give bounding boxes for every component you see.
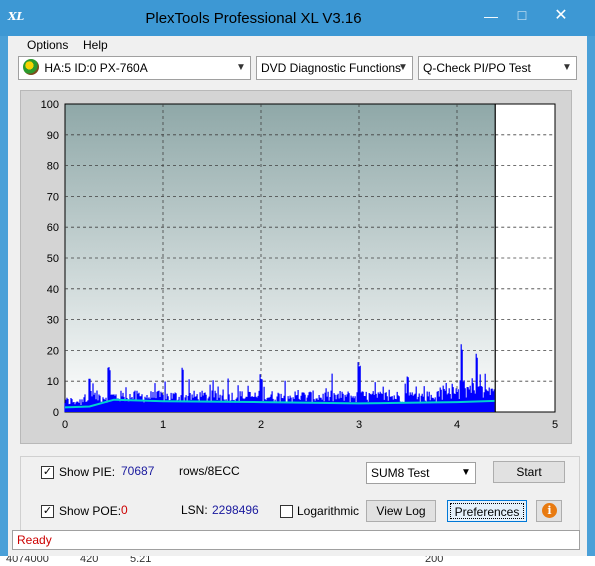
lsn-value: 2298496	[212, 503, 259, 517]
close-button[interactable]: ✕	[538, 6, 584, 28]
test-select[interactable]: Q-Check PI/PO Test ▼	[418, 56, 577, 80]
x-tick-label: 1	[160, 419, 166, 431]
sum-mode-select[interactable]: SUM8 Test ▼	[366, 462, 476, 484]
lsn-label: LSN:	[181, 503, 208, 517]
x-tick-label: 5	[552, 419, 558, 431]
view-log-button[interactable]: View Log	[366, 500, 436, 522]
x-tick-label: 0	[62, 419, 68, 431]
x-tick-label: 4	[454, 419, 460, 431]
disc-drive-icon	[23, 59, 39, 76]
logarithmic-checkbox[interactable]	[280, 505, 293, 518]
chart-panel: 0 10 20 30 40 50 60 70 80 90 100 0 1 2 3 4 5	[20, 90, 572, 444]
y-tick-label: 30	[47, 315, 59, 327]
options-panel: ✓ Show PIE: 70687 rows/8ECC SUM8 Test ▼ …	[20, 456, 580, 534]
x-tick-label: 2	[258, 419, 264, 431]
chevron-down-icon: ▼	[398, 62, 408, 73]
info-button[interactable]: i	[536, 500, 562, 522]
menu-bar: Options Help	[8, 36, 587, 54]
poe-value: 0	[121, 503, 128, 517]
show-pie-label: Show PIE:	[59, 465, 116, 479]
drive-select[interactable]: HA:5 ID:0 PX-760A ▼	[18, 56, 251, 80]
background-cell: 5.21	[130, 556, 152, 565]
info-icon: i	[542, 503, 557, 518]
y-tick-label: 10	[47, 376, 59, 388]
show-poe-checkbox[interactable]: ✓	[41, 505, 54, 518]
status-text: Ready	[17, 533, 52, 547]
background-cell: 4074000	[6, 556, 49, 565]
background-window-strip: 4074000 420 5.21 200	[0, 556, 595, 566]
preferences-button[interactable]: Preferences	[447, 500, 527, 522]
sum-mode-value: SUM8 Test	[371, 466, 430, 480]
pi-po-chart: 0 10 20 30 40 50 60 70 80 90 100 0 1 2 3 4 5	[41, 99, 558, 431]
y-tick-label: 60	[47, 222, 59, 234]
function-select-value: DVD Diagnostic Functions	[261, 61, 402, 75]
x-tick-label: 3	[356, 419, 362, 431]
y-tick-label: 80	[47, 161, 59, 173]
y-tick-label: 70	[47, 191, 59, 203]
y-tick-label: 50	[47, 253, 59, 265]
maximize-button[interactable]: ☐	[508, 6, 536, 28]
menu-options[interactable]: Options	[27, 38, 68, 52]
app-window: XL PlexTools Professional XL V3.16 — ☐ ✕…	[0, 0, 595, 566]
minimize-button[interactable]: —	[477, 6, 505, 28]
background-cell: 200	[425, 556, 444, 565]
test-select-value: Q-Check PI/PO Test	[423, 61, 531, 75]
pie-unit: rows/8ECC	[179, 464, 240, 478]
show-poe-label: Show POE:	[59, 504, 122, 518]
chevron-down-icon: ▼	[236, 62, 246, 73]
window-title: PlexTools Professional XL V3.16	[145, 10, 362, 27]
status-bar: Ready	[12, 530, 580, 550]
drive-select-value: HA:5 ID:0 PX-760A	[44, 61, 148, 75]
y-tick-label: 40	[47, 284, 59, 296]
y-tick-label: 100	[41, 99, 59, 111]
chevron-down-icon: ▼	[562, 62, 572, 73]
start-button[interactable]: Start	[493, 461, 565, 483]
title-bar[interactable]: XL PlexTools Professional XL V3.16 — ☐ ✕	[0, 0, 595, 36]
background-cell: 420	[80, 556, 99, 565]
y-tick-label: 20	[47, 345, 59, 357]
client-area: Options Help HA:5 ID:0 PX-760A ▼ DVD Dia…	[8, 36, 587, 556]
y-tick-label: 0	[53, 407, 59, 419]
function-select[interactable]: DVD Diagnostic Functions ▼	[256, 56, 413, 80]
chevron-down-icon: ▼	[461, 467, 471, 478]
menu-help[interactable]: Help	[83, 38, 108, 52]
show-pie-checkbox[interactable]: ✓	[41, 466, 54, 479]
preferences-button-label: Preferences	[450, 503, 524, 519]
pie-value: 70687	[121, 464, 155, 478]
logarithmic-label: Logarithmic	[297, 504, 360, 518]
y-tick-label: 90	[47, 130, 59, 142]
